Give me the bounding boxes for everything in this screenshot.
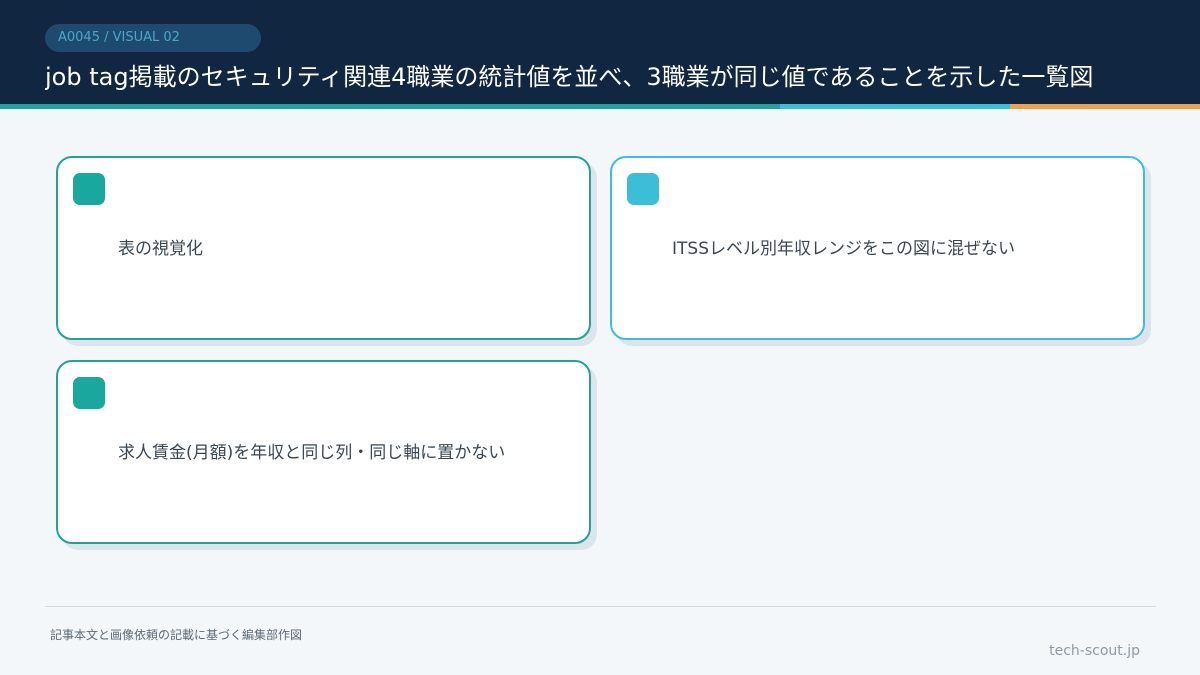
accent-stripe-orange — [1010, 104, 1200, 109]
source-note: 記事本文と画像依頼の記載に基づく編集部作図 — [50, 628, 303, 642]
page-title: job tag掲載のセキュリティ関連4職業の統計値を並べ、3職業が同じ値であるこ… — [45, 63, 1094, 91]
card-text: 表の視覚化 — [118, 239, 203, 259]
visual-id-badge: A0045 / VISUAL 02 — [45, 24, 261, 52]
site-name: tech-scout.jp — [1049, 643, 1140, 659]
card-text: ITSSレベル別年収レンジをこの図に混ぜない — [672, 239, 1015, 259]
card-marker-icon — [73, 377, 105, 409]
note-card-3: 求人賃金(月額)を年収と同じ列・同じ軸に置かない — [56, 360, 591, 544]
card-marker-icon — [73, 173, 105, 205]
note-card-1: 表の視覚化 — [56, 156, 591, 340]
note-card-2: ITSSレベル別年収レンジをこの図に混ぜない — [610, 156, 1145, 340]
accent-stripe-cyan — [780, 104, 1010, 109]
header-bar: A0045 / VISUAL 02 job tag掲載のセキュリティ関連4職業の… — [0, 0, 1200, 104]
footer-divider — [45, 606, 1156, 607]
accent-stripe-teal — [0, 104, 780, 109]
card-marker-icon — [627, 173, 659, 205]
card-text: 求人賃金(月額)を年収と同じ列・同じ軸に置かない — [118, 443, 506, 463]
